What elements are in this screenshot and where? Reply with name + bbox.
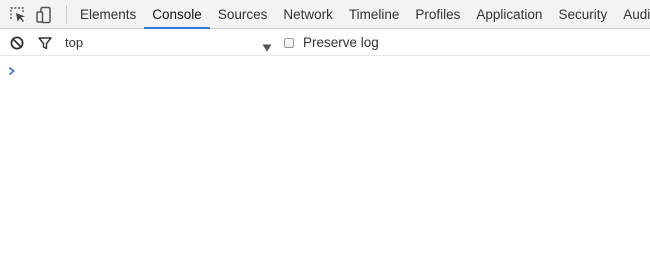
inspect-element-button[interactable] bbox=[7, 4, 29, 25]
tab-network[interactable]: Network bbox=[275, 0, 341, 29]
tab-elements[interactable]: Elements bbox=[72, 0, 144, 29]
tab-timeline[interactable]: Timeline bbox=[341, 0, 408, 29]
chevron-right-icon bbox=[8, 63, 16, 81]
tab-console[interactable]: Console bbox=[144, 0, 210, 29]
console-toolbar: top Preserve log bbox=[0, 29, 650, 56]
chevron-down-icon bbox=[262, 39, 272, 57]
filter-button[interactable] bbox=[34, 32, 56, 53]
preserve-log-label: Preserve log bbox=[303, 35, 379, 50]
preserve-log-checkbox[interactable] bbox=[284, 37, 294, 48]
tab-audits[interactable]: Audits bbox=[615, 0, 650, 29]
tab-sources[interactable]: Sources bbox=[210, 0, 276, 29]
clear-console-icon bbox=[9, 35, 25, 51]
inspect-element-icon bbox=[9, 6, 27, 24]
device-mode-icon bbox=[35, 6, 53, 24]
toolbar-divider bbox=[66, 5, 67, 24]
execution-context-value: top bbox=[65, 35, 84, 50]
console-messages[interactable] bbox=[0, 56, 650, 265]
tab-security[interactable]: Security bbox=[550, 0, 615, 29]
device-mode-button[interactable] bbox=[33, 4, 55, 25]
tab-profiles[interactable]: Profiles bbox=[407, 0, 468, 29]
devtools-tabbar: Elements Console Sources Network Timelin… bbox=[0, 0, 650, 29]
preserve-log-toggle[interactable]: Preserve log bbox=[284, 35, 379, 50]
clear-console-button[interactable] bbox=[6, 32, 28, 53]
console-prompt-input[interactable] bbox=[22, 60, 642, 76]
execution-context-select[interactable]: top bbox=[62, 32, 276, 53]
filter-icon bbox=[37, 35, 53, 51]
tab-application[interactable]: Application bbox=[468, 0, 550, 29]
panel-tabs: Elements Console Sources Network Timelin… bbox=[72, 0, 650, 29]
